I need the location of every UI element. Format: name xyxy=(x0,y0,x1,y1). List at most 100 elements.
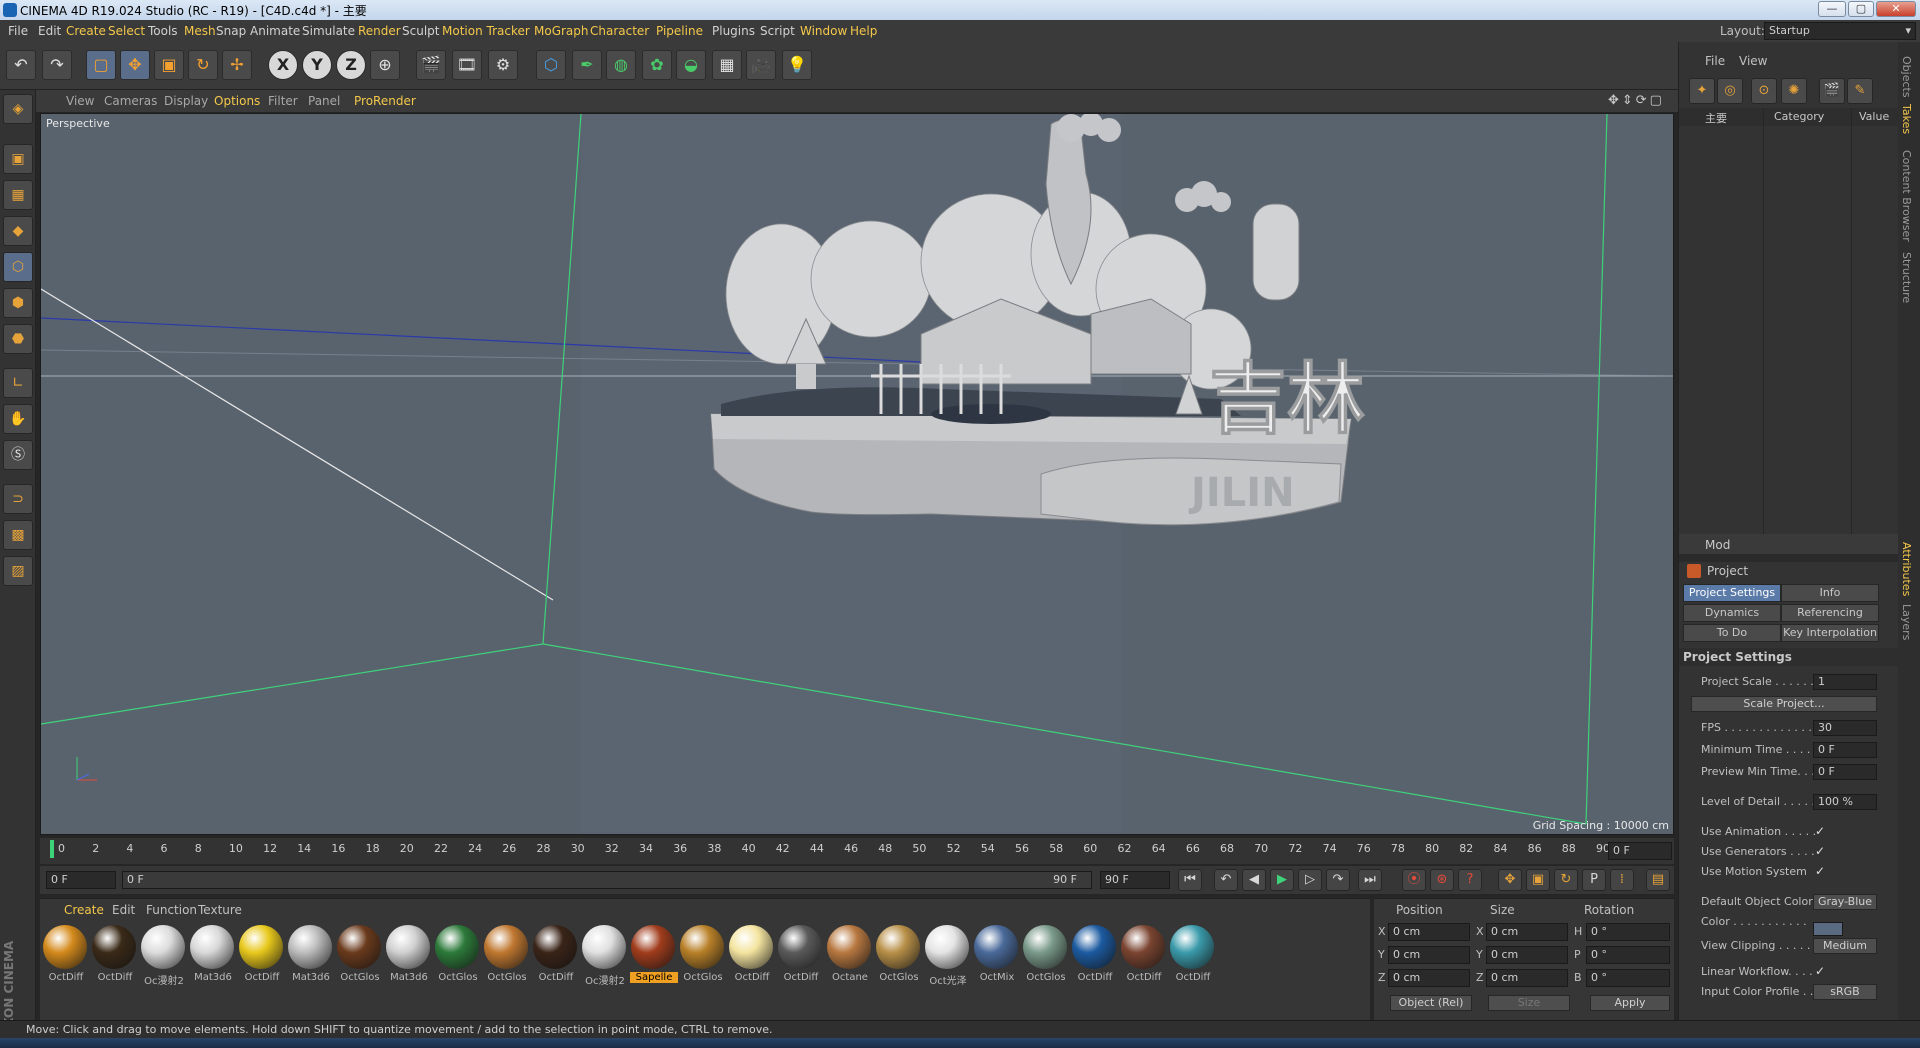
viewport-menu-prorender[interactable]: ProRender xyxy=(354,94,416,108)
side-tab-structure[interactable]: Structure xyxy=(1900,252,1913,303)
material-swatch[interactable]: OctMix xyxy=(973,925,1019,989)
edit-render-settings-icon[interactable]: ⚙ xyxy=(488,50,518,80)
material-menu-texture[interactable]: Texture xyxy=(198,903,242,917)
menu-sculpt[interactable]: Sculpt xyxy=(402,24,439,38)
render-view-icon[interactable]: 🎬 xyxy=(416,50,446,80)
redo-icon[interactable]: ↷ xyxy=(42,50,72,80)
tab-to-do[interactable]: To Do xyxy=(1683,624,1781,642)
make-editable-icon[interactable]: ◈ xyxy=(3,94,33,124)
side-tab-content-browser[interactable]: Content Browser xyxy=(1900,150,1913,242)
close-button[interactable]: ✕ xyxy=(1876,1,1916,17)
end-frame-field[interactable]: 90 F xyxy=(1100,871,1170,889)
material-swatch[interactable]: OctGlos xyxy=(1022,925,1068,989)
next-frame-icon[interactable]: ▷ xyxy=(1298,869,1322,891)
menu-help[interactable]: Help xyxy=(850,24,877,38)
material-swatch[interactable]: Oc漫射2 xyxy=(581,925,627,989)
viewport-menu-cameras[interactable]: Cameras xyxy=(104,94,157,108)
param-value[interactable]: Medium xyxy=(1813,938,1877,954)
material-swatch[interactable]: OctDiff xyxy=(238,925,284,989)
side-tab-attributes[interactable]: Attributes xyxy=(1900,542,1913,596)
current-frame-field[interactable]: 0 F xyxy=(1608,842,1672,860)
points-mode-icon[interactable]: ⬡ xyxy=(3,252,33,282)
tab-referencing[interactable]: Referencing xyxy=(1781,604,1879,622)
key-position-icon[interactable]: ✥ xyxy=(1498,869,1522,891)
menu-script[interactable]: Script xyxy=(760,24,795,38)
param-value[interactable]: 0 F xyxy=(1813,764,1877,780)
start-frame-field[interactable]: 0 F xyxy=(46,871,116,889)
material-swatch[interactable]: OctDiff xyxy=(1071,925,1117,989)
subdivision-icon[interactable]: ◍ xyxy=(606,50,636,80)
viewport-menu-view[interactable]: View xyxy=(66,94,94,108)
param-value[interactable]: Gray-Blue xyxy=(1813,894,1877,910)
size-field[interactable]: 0 cm xyxy=(1486,969,1568,987)
object-bake-icon[interactable]: ✎ xyxy=(1847,78,1873,104)
goto-end-icon[interactable]: ⏭ xyxy=(1358,869,1382,891)
menu-window[interactable]: Window xyxy=(800,24,847,38)
next-key-icon[interactable]: ↷ xyxy=(1326,869,1350,891)
menu-pipeline[interactable]: Pipeline xyxy=(656,24,703,38)
record-active-icon[interactable]: ⦿ xyxy=(1402,869,1426,891)
material-swatch[interactable]: Oc漫射2 xyxy=(140,925,186,989)
scale-icon[interactable]: ▣ xyxy=(154,50,184,80)
cube-icon[interactable]: ⬡ xyxy=(536,50,566,80)
viewport-camera-label[interactable]: Perspective xyxy=(46,117,110,130)
deformer-icon[interactable]: ◒ xyxy=(676,50,706,80)
viewport-menu-options[interactable]: Options xyxy=(214,94,260,108)
maximize-button[interactable]: ▢ xyxy=(1848,1,1874,17)
viewport-menu-display[interactable]: Display xyxy=(164,94,208,108)
menu-render[interactable]: Render xyxy=(358,24,401,38)
rotation-field[interactable]: 0 ° xyxy=(1586,969,1670,987)
object-render-icon[interactable]: 🎬 xyxy=(1819,78,1845,104)
axis-mode-icon[interactable]: ∟ xyxy=(3,368,33,398)
viewport-nav-icons[interactable]: ✥⇕⟳▢ xyxy=(1608,93,1665,108)
rotate-icon[interactable]: ↻ xyxy=(188,50,218,80)
rotation-field[interactable]: 0 ° xyxy=(1586,923,1670,941)
model-mode-icon[interactable]: ▣ xyxy=(3,144,33,174)
material-swatch[interactable]: Mat3d6 xyxy=(287,925,333,989)
size-field[interactable]: 0 cm xyxy=(1486,923,1568,941)
object-camera-icon[interactable]: ✺ xyxy=(1781,78,1807,104)
position-field[interactable]: 0 cm xyxy=(1388,946,1470,964)
undo-icon[interactable]: ↶ xyxy=(6,50,36,80)
tab-project-settings[interactable]: Project Settings xyxy=(1683,584,1781,602)
key-pla-icon[interactable]: ⁞ xyxy=(1610,869,1634,891)
menu-mesh[interactable]: Mesh xyxy=(184,24,216,38)
param-value[interactable]: sRGB xyxy=(1813,984,1877,1000)
objects-menu-view[interactable]: View xyxy=(1739,54,1767,68)
world-coordinates-icon[interactable]: ⊕ xyxy=(370,50,400,80)
autokey-icon[interactable]: ⊛ xyxy=(1430,869,1454,891)
side-tab-objects[interactable]: Objects xyxy=(1900,56,1913,98)
apply-button[interactable]: Apply xyxy=(1590,995,1670,1011)
menu-character[interactable]: Character xyxy=(590,24,649,38)
param-checkbox[interactable]: ✓ xyxy=(1815,844,1825,858)
perspective-viewport[interactable]: 吉林 JILIN Perspective Grid Spacing : 1000… xyxy=(40,113,1674,835)
param-checkbox[interactable]: ✓ xyxy=(1815,864,1825,878)
material-swatch[interactable]: Octane xyxy=(826,925,872,989)
material-swatch[interactable]: OctDiff xyxy=(42,925,88,989)
menu-motion-tracker[interactable]: Motion Tracker xyxy=(442,24,530,38)
position-field[interactable]: 0 cm xyxy=(1388,969,1470,987)
pen-icon[interactable]: ✒ xyxy=(572,50,602,80)
tab-info[interactable]: Info xyxy=(1781,584,1879,602)
workplane-mode-icon[interactable]: ◆ xyxy=(3,216,33,246)
object-cube-icon[interactable]: ◎ xyxy=(1717,78,1743,104)
polygons-mode-icon[interactable]: ⬣ xyxy=(3,324,33,354)
menu-mograph[interactable]: MoGraph xyxy=(534,24,589,38)
material-menu-edit[interactable]: Edit xyxy=(112,903,135,917)
keyframe-selection-icon[interactable]: ? xyxy=(1458,869,1482,891)
floor-icon[interactable]: ▦ xyxy=(712,50,742,80)
preview-range-slider[interactable]: 0 F 90 F xyxy=(122,871,1092,889)
objects-root-item[interactable]: 主要 xyxy=(1705,110,1727,126)
planar-workplane-icon[interactable]: ▨ xyxy=(3,556,33,586)
menu-animate[interactable]: Animate xyxy=(250,24,300,38)
key-parameter-icon[interactable]: P xyxy=(1582,869,1606,891)
menu-simulate[interactable]: Simulate xyxy=(302,24,355,38)
material-swatch[interactable]: OctDiff xyxy=(91,925,137,989)
menu-select[interactable]: Select xyxy=(108,24,145,38)
object-color-swatch[interactable] xyxy=(1813,922,1843,936)
material-swatch[interactable]: OctGlos xyxy=(434,925,480,989)
edges-mode-icon[interactable]: ⬢ xyxy=(3,288,33,318)
side-tab-takes[interactable]: Takes xyxy=(1900,104,1913,134)
viewport-menu-panel[interactable]: Panel xyxy=(308,94,340,108)
scale-project-button[interactable]: Scale Project... xyxy=(1691,696,1877,712)
